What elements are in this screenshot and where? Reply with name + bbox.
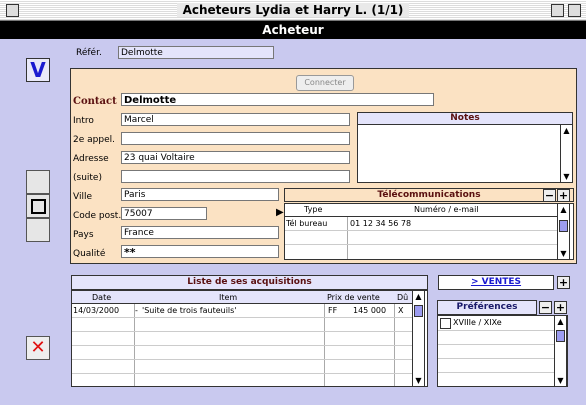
qualite-field[interactable]: **	[121, 245, 279, 258]
acq-date-cell: 14/03/2000	[73, 306, 120, 315]
preferences-scrollbar[interactable]: ▲ ▼	[554, 315, 567, 387]
scroll-up-icon[interactable]: ▲	[413, 291, 424, 302]
square-icon	[30, 199, 46, 214]
next-record-button[interactable]	[26, 218, 50, 242]
cancel-button[interactable]: ✕	[26, 336, 50, 360]
scroll-down-icon[interactable]: ▼	[413, 375, 424, 386]
preference-item[interactable]: XVIIIe / XIXe	[438, 317, 554, 329]
telecom-col-num: Numéro / e-mail	[414, 205, 479, 214]
suite-field[interactable]	[121, 170, 350, 183]
acq-du-cell: X	[398, 306, 404, 315]
ref-label: Référ.	[76, 48, 102, 58]
acquisition-row[interactable]: 14/03/2000 - 'Suite de trois fauteuils' …	[72, 304, 412, 317]
acquisitions-scrollbar[interactable]: ▲ ▼	[412, 290, 425, 387]
x-icon: ✕	[30, 337, 46, 358]
intro-field[interactable]: Marcel	[121, 113, 350, 126]
zoom-box-icon[interactable]	[551, 4, 564, 17]
intro-label: Intro	[73, 116, 94, 126]
appel-field[interactable]	[121, 132, 350, 145]
telecom-remove-button[interactable]: −	[543, 189, 556, 202]
window-title: Acheteurs Lydia et Harry L. (1/1)	[176, 3, 410, 17]
cp-field[interactable]: 75007	[121, 207, 207, 220]
adresse-field[interactable]: 23 quai Voltaire	[121, 151, 350, 164]
ref-field[interactable]: Delmotte	[118, 46, 274, 59]
ventes-add-button[interactable]: +	[557, 276, 570, 289]
col-prix: Prix de vente	[327, 293, 380, 302]
scroll-up-icon[interactable]: ▲	[555, 316, 566, 327]
col-du: Dû	[397, 293, 409, 302]
telecom-type-cell: Tél bureau	[286, 219, 328, 228]
contact-label: Contact	[73, 96, 117, 107]
preferences-remove-button[interactable]: −	[539, 301, 552, 314]
check-v-icon: V	[30, 58, 46, 82]
validate-button[interactable]: V	[26, 58, 50, 82]
preference-label: XVIIIe / XIXe	[453, 318, 502, 327]
telecom-scrollbar[interactable]: ▲ ▼	[557, 203, 570, 260]
scroll-down-icon[interactable]: ▼	[561, 171, 572, 182]
connect-button[interactable]: Connecter	[296, 75, 354, 91]
telecom-col-type: Type	[304, 205, 323, 214]
contact-field[interactable]: Delmotte	[121, 93, 434, 106]
ville-label: Ville	[73, 192, 92, 202]
pays-field[interactable]: France	[121, 226, 279, 239]
scroll-thumb[interactable]	[414, 305, 423, 317]
app-window: Acheteurs Lydia et Harry L. (1/1) Achete…	[0, 0, 586, 405]
form-header: Acheteur	[0, 21, 586, 39]
scroll-thumb[interactable]	[556, 330, 565, 342]
preferences-title: Préférences	[437, 300, 537, 315]
acquisitions-title: Liste de ses acquisitions	[71, 275, 428, 290]
appel-label: 2e appel.	[73, 135, 115, 145]
telecom-add-button[interactable]: +	[557, 189, 570, 202]
preferences-add-button[interactable]: +	[554, 301, 567, 314]
preference-checkbox[interactable]	[440, 318, 451, 329]
scroll-down-icon[interactable]: ▼	[555, 375, 566, 386]
col-date: Date	[92, 293, 112, 302]
ville-field[interactable]: Paris	[121, 188, 279, 201]
telecom-title: Télécommunications	[284, 188, 574, 202]
acq-currency-cell: FF	[328, 306, 338, 315]
telecom-num-cell: 01 12 34 56 78	[350, 219, 412, 228]
acq-prix-cell: 145 000	[353, 306, 387, 315]
adresse-label: Adresse	[73, 154, 109, 164]
acq-item-cell: 'Suite de trois fauteuils'	[142, 306, 237, 315]
scroll-down-icon[interactable]: ▼	[558, 248, 569, 259]
scroll-up-icon[interactable]: ▲	[561, 125, 572, 136]
pays-label: Pays	[73, 230, 94, 240]
cp-label: Code post.	[73, 211, 122, 221]
row-pointer-icon: ▶	[276, 207, 284, 218]
notes-scrollbar[interactable]: ▲ ▼	[560, 124, 573, 183]
collapse-box-icon[interactable]	[568, 4, 581, 17]
qualite-label: Qualité	[73, 249, 106, 259]
title-bar[interactable]: Acheteurs Lydia et Harry L. (1/1)	[0, 0, 586, 21]
notes-area[interactable]	[357, 124, 573, 183]
ventes-link[interactable]: > VENTES	[438, 275, 554, 290]
scroll-up-icon[interactable]: ▲	[558, 204, 569, 215]
prev-record-button[interactable]	[26, 170, 50, 194]
col-item: Item	[219, 293, 238, 302]
record-button[interactable]	[26, 194, 50, 218]
scroll-thumb[interactable]	[559, 220, 568, 232]
suite-label: (suite)	[73, 173, 102, 183]
telecom-row[interactable]: Tél bureau 01 12 34 56 78	[285, 217, 558, 230]
